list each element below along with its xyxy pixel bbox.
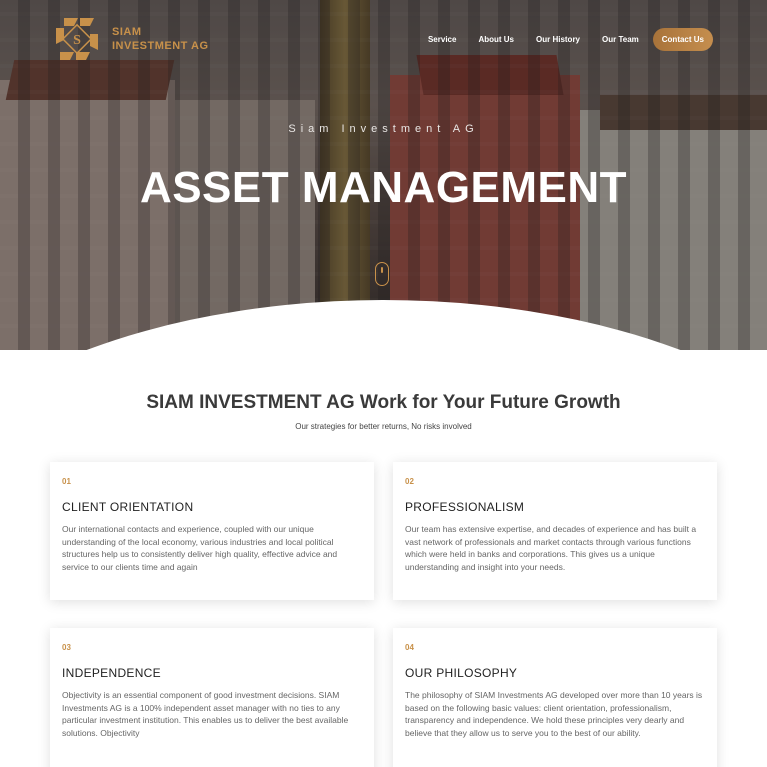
logo-text: SIAM INVESTMENT AG [112,25,209,53]
logo-line-1: SIAM [112,26,142,38]
nav-about-us[interactable]: About Us [478,35,514,44]
section-title: SIAM INVESTMENT AG Work for Your Future … [146,392,621,413]
card-title: INDEPENDENCE [62,666,161,680]
card-number: 02 [405,477,414,486]
value-card-independence: 03 INDEPENDENCE Objectivity is an essent… [50,628,374,767]
site-logo[interactable]: S SIAM INVESTMENT AG [50,12,210,66]
value-card-client-orientation: 01 CLIENT ORIENTATION Our international … [50,462,374,600]
value-card-our-philosophy: 04 OUR PHILOSOPHY The philosophy of SIAM… [393,628,717,767]
contact-us-button[interactable]: Contact Us [652,28,713,51]
value-card-professionalism: 02 PROFESSIONALISM Our team has extensiv… [393,462,717,600]
card-body: Our international contacts and experienc… [62,524,338,572]
scroll-down-icon[interactable] [375,262,389,286]
card-number: 01 [62,477,71,486]
logo-icon: S [56,18,98,60]
nav-our-team[interactable]: Our Team [602,35,639,44]
card-body: Our team has extensive expertise, and de… [405,524,697,572]
hero-banner: S SIAM INVESTMENT AG Service About Us Ou… [0,0,767,350]
card-title: OUR PHILOSOPHY [405,666,518,680]
nav-our-history[interactable]: Our History [536,35,580,44]
card-body: The philosophy of SIAM Investments AG de… [405,690,703,738]
card-title: CLIENT ORIENTATION [62,500,194,514]
card-number: 03 [62,643,71,652]
hero-subtitle: Siam Investment AG [288,123,479,135]
card-body: Objectivity is an essential component of… [62,690,349,738]
card-title: PROFESSIONALISM [405,500,525,514]
hero-title: ASSET MANAGEMENT [139,163,628,212]
svg-text:S: S [73,33,81,48]
section-subtitle: Our strategies for better returns, No ri… [295,422,472,431]
card-number: 04 [405,643,414,652]
main-nav: Service About Us Our History Our Team Co… [406,28,713,51]
logo-line-2: INVESTMENT AG [112,40,209,52]
nav-service[interactable]: Service [428,35,456,44]
